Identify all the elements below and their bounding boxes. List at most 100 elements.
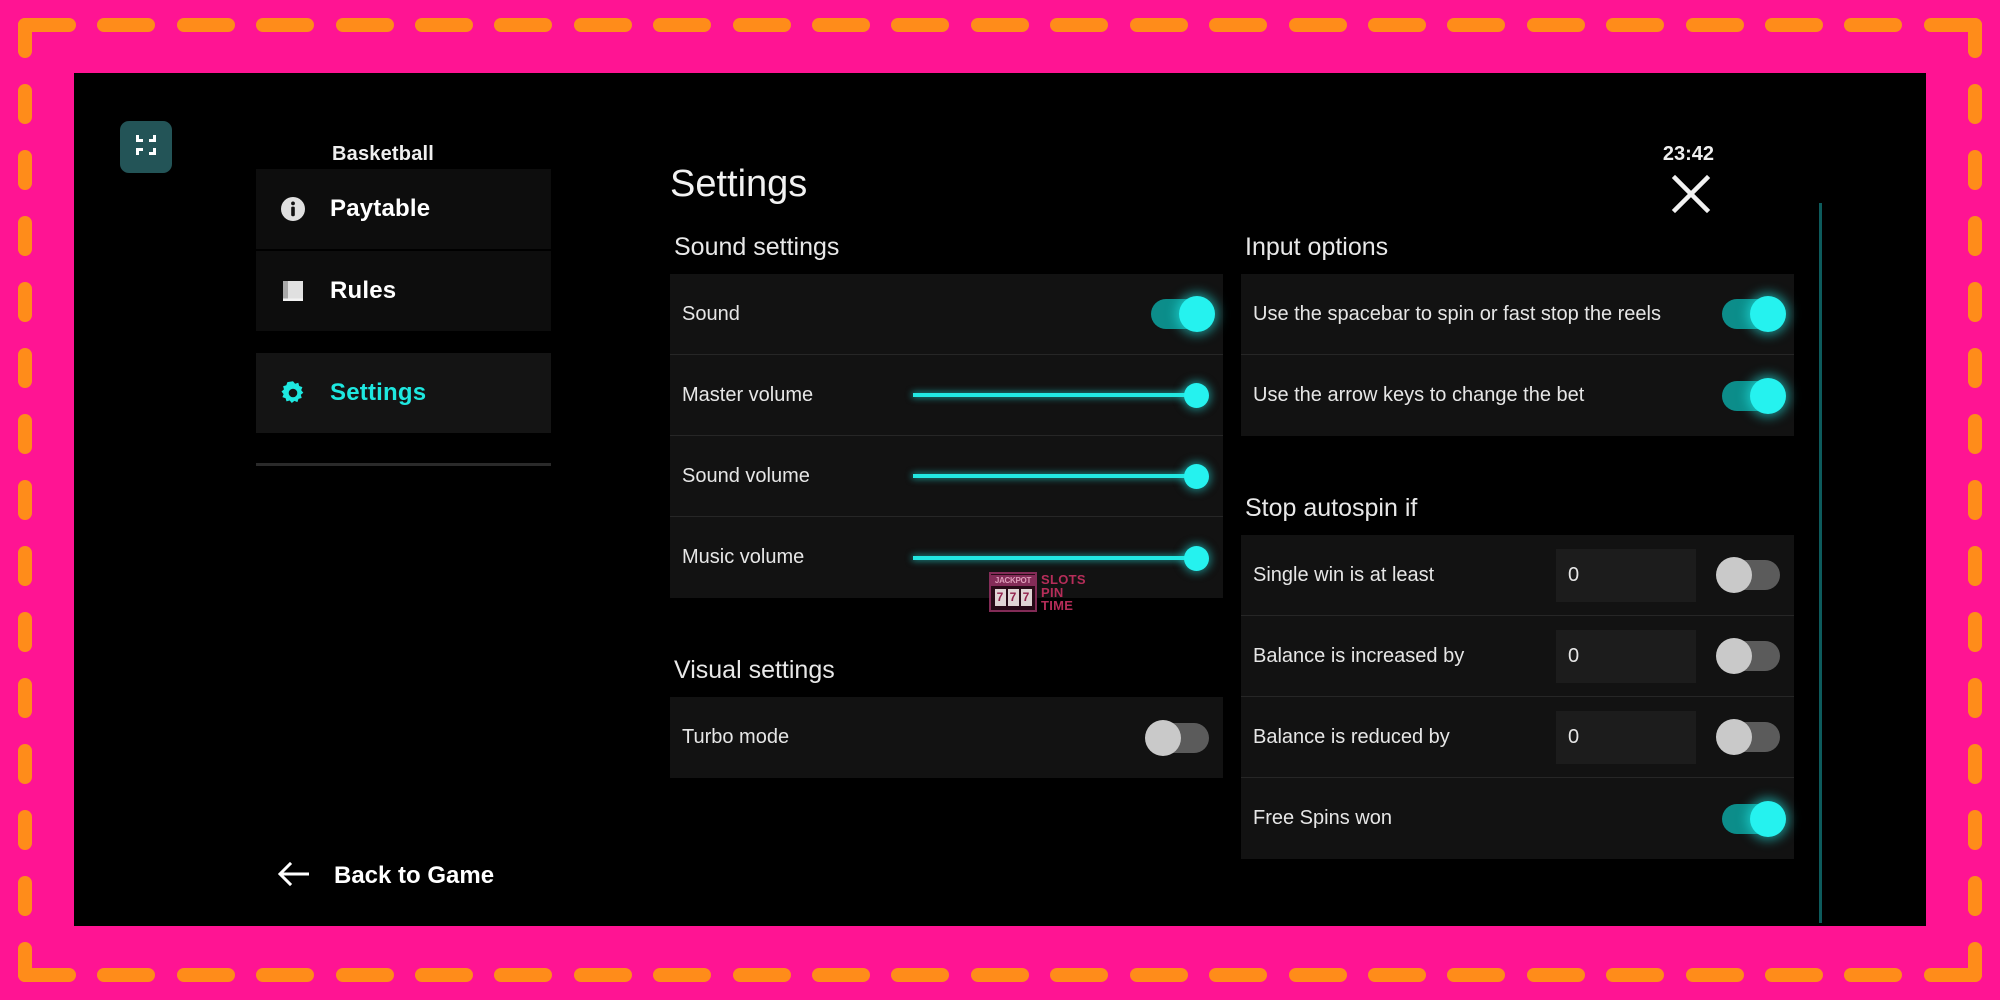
setting-row-spacebar[interactable]: Use the spacebar to spin or fast stop th… — [1241, 274, 1794, 355]
settings-panel: Settings Sound settings Sound Master vol… — [634, 73, 1926, 926]
slider-track — [913, 393, 1195, 397]
sidebar-item-paytable[interactable]: Paytable — [256, 169, 551, 249]
frame-dash — [18, 414, 32, 454]
frame-dash — [891, 18, 950, 32]
setting-label: Sound — [682, 302, 740, 325]
frame-dash — [415, 18, 474, 32]
frame-dash — [1050, 968, 1109, 982]
sound-settings-card: Sound Master volume Sound volume Music v… — [670, 274, 1223, 598]
frame-dash — [1764, 18, 1823, 32]
frame-dash — [18, 348, 32, 388]
frame-dash — [256, 18, 315, 32]
frame-dash — [1685, 18, 1744, 32]
frame-dashes-top — [18, 18, 1982, 32]
panel-scrollbar[interactable] — [1819, 203, 1822, 923]
frame-dash — [1288, 18, 1347, 32]
page-title: Settings — [670, 163, 808, 205]
stop-autospin-card: Single win is at least 0 Balance is incr… — [1241, 535, 1794, 859]
frame-dash — [1968, 216, 1982, 256]
toggle-knob — [1716, 557, 1752, 593]
frame-dash — [970, 18, 1029, 32]
setting-label: Use the arrow keys to change the bet — [1253, 384, 1585, 406]
balance-increased-input[interactable]: 0 — [1556, 629, 1696, 683]
arrow-keys-toggle[interactable] — [1722, 377, 1786, 414]
setting-label: Balance is increased by — [1253, 644, 1465, 667]
setting-row-master-volume[interactable]: Master volume — [670, 355, 1223, 436]
setting-label: Sound volume — [682, 464, 810, 487]
slider-thumb[interactable] — [1184, 464, 1209, 489]
setting-label: Music volume — [682, 546, 805, 568]
turbo-mode-toggle[interactable] — [1145, 719, 1209, 756]
frame-dash — [1968, 546, 1982, 586]
input-options-card: Use the spacebar to spin or fast stop th… — [1241, 274, 1794, 436]
frame-dash — [1968, 150, 1982, 190]
setting-row-free-spins[interactable]: Free Spins won — [1241, 778, 1794, 859]
sidebar-nav-group-active: Settings — [256, 353, 551, 433]
frame-dash — [1968, 18, 1982, 58]
setting-label: Balance is reduced by — [1253, 725, 1450, 748]
sound-toggle[interactable] — [1151, 296, 1215, 332]
close-button[interactable] — [1668, 173, 1714, 219]
frame-dash — [1209, 968, 1268, 982]
frame-dash — [1968, 414, 1982, 454]
frame-dash — [653, 18, 712, 32]
balance-reduced-input[interactable]: 0 — [1556, 710, 1696, 764]
setting-row-sound-volume[interactable]: Sound volume — [670, 436, 1223, 517]
setting-row-music-volume[interactable]: Music volume — [670, 517, 1223, 598]
slider-thumb[interactable] — [1184, 545, 1209, 571]
sidebar-item-rules[interactable]: Rules — [256, 251, 551, 331]
frame-dash — [18, 942, 32, 982]
info-circle-icon — [278, 194, 308, 224]
toggle-knob — [1750, 800, 1786, 837]
frame-dash — [1968, 282, 1982, 322]
toggle-knob — [1750, 377, 1786, 414]
frame-dash — [732, 18, 791, 32]
sound-volume-slider[interactable] — [913, 461, 1209, 491]
frame-dash — [1526, 968, 1585, 982]
setting-row-arrow-keys[interactable]: Use the arrow keys to change the bet — [1241, 355, 1794, 436]
setting-row-sound[interactable]: Sound — [670, 274, 1223, 355]
balance-reduced-toggle[interactable] — [1716, 719, 1780, 755]
frame-dash — [1129, 968, 1188, 982]
frame-dash — [1968, 348, 1982, 388]
back-to-game-button[interactable]: Back to Game — [256, 848, 551, 904]
frame-dash — [18, 282, 32, 322]
setting-row-balance-reduced[interactable]: Balance is reduced by 0 — [1241, 697, 1794, 778]
sidebar-item-settings[interactable]: Settings — [256, 353, 551, 433]
balance-increased-toggle[interactable] — [1716, 638, 1780, 674]
frame-dash — [97, 18, 156, 32]
setting-row-balance-increased[interactable]: Balance is increased by 0 — [1241, 616, 1794, 697]
master-volume-slider[interactable] — [913, 380, 1209, 410]
setting-label: Free Spins won — [1253, 807, 1392, 829]
exit-fullscreen-button[interactable] — [120, 121, 172, 173]
free-spins-toggle[interactable] — [1722, 800, 1786, 837]
setting-row-turbo-mode[interactable]: Turbo mode — [670, 697, 1223, 778]
visual-settings-card: Turbo mode — [670, 697, 1223, 778]
slider-thumb[interactable] — [1184, 383, 1209, 408]
decorative-frame: Basketball 23:42 Paytable Rules Settings… — [0, 0, 2000, 1000]
frame-dash — [1968, 84, 1982, 124]
toggle-knob — [1145, 719, 1181, 756]
setting-row-single-win[interactable]: Single win is at least 0 — [1241, 535, 1794, 616]
single-win-toggle[interactable] — [1716, 557, 1780, 593]
single-win-input[interactable]: 0 — [1556, 548, 1696, 602]
spacebar-toggle[interactable] — [1722, 296, 1786, 332]
frame-dashes-right — [1968, 18, 1982, 982]
frame-dash — [1606, 968, 1665, 982]
frame-dash — [415, 968, 474, 982]
frame-dash — [176, 18, 235, 32]
frame-dash — [1968, 876, 1982, 916]
frame-dash — [494, 18, 553, 32]
section-heading-input: Input options — [1245, 233, 1389, 261]
frame-dash — [1968, 942, 1982, 982]
setting-label: Single win is at least — [1253, 563, 1435, 586]
settings-columns: Sound settings Sound Master volume Sound… — [670, 233, 1794, 926]
sidebar: Paytable Rules Settings Back to Game — [256, 73, 551, 926]
frame-dash — [18, 678, 32, 718]
frame-dash — [891, 968, 950, 982]
sidebar-item-label: Settings — [330, 379, 427, 406]
music-volume-slider[interactable] — [913, 543, 1209, 573]
frame-dash — [1050, 18, 1109, 32]
frame-dash — [335, 18, 394, 32]
frame-dash — [1968, 480, 1982, 520]
